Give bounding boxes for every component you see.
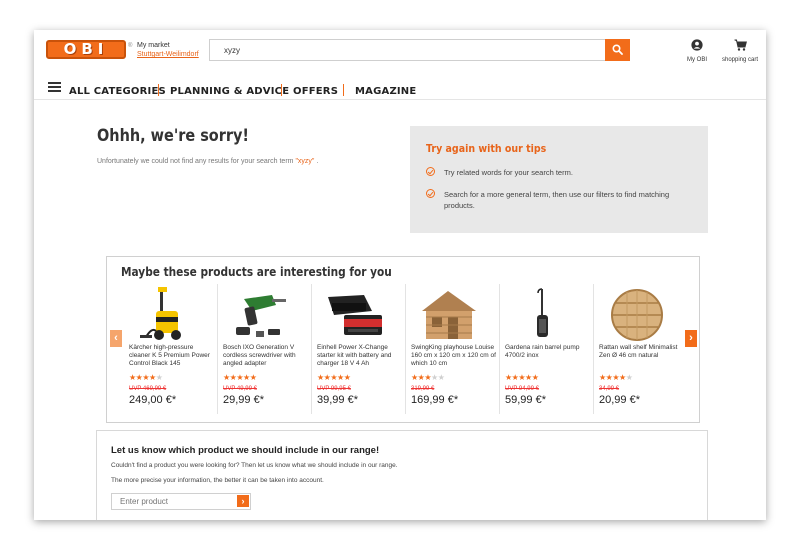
old-price: 34,99 €	[599, 386, 620, 392]
tips-panel: Try again with our tips Try related word…	[410, 126, 708, 233]
product-name: Kärcher high-pressure cleaner K 5 Premiu…	[129, 344, 210, 367]
rating-stars: ★★★★★	[411, 373, 445, 382]
product-card[interactable]: Einhell Power X-Change starter kit with …	[312, 284, 406, 414]
registered-mark: ®	[128, 43, 133, 49]
nav-item-all-categories[interactable]: ALL CATEGORIES	[69, 81, 166, 99]
product-card[interactable]: Bosch IXO Generation V cordless screwdri…	[218, 284, 312, 414]
site-header: OBI ® My market Stuttgart-Weilimdorf xyz…	[34, 30, 766, 70]
search-icon	[612, 44, 623, 55]
suggestion-description: Couldn't find a product you were looking…	[111, 462, 398, 469]
my-obi-button[interactable]: My OBI	[682, 38, 712, 63]
tip-text: Search for a more general term, then use…	[444, 190, 670, 210]
old-price: UVP 49,99 €	[223, 386, 257, 392]
suggestion-title: Let us know which product we should incl…	[111, 445, 380, 456]
product-image-battery-charger	[328, 295, 382, 335]
product-name: Einhell Power X-Change starter kit with …	[317, 344, 392, 367]
old-price: UVP 469,99 €	[129, 386, 167, 392]
page-title: Ohhh, we're sorry!	[97, 126, 249, 146]
suggestion-submit-button[interactable]: ›	[237, 495, 249, 507]
old-price: UVP 99,95 €	[317, 386, 351, 392]
product-name: Rattan wall shelf Minimalist Zen Ø 46 cm…	[599, 344, 678, 359]
product-name: Gardena rain barrel pump 4700/2 inox	[505, 344, 580, 359]
nav-label: OFFERS	[293, 86, 339, 97]
nav-item-offers[interactable]: OFFERS	[293, 81, 343, 99]
product-card[interactable]: Gardena rain barrel pump 4700/2 inox ★★★…	[500, 284, 594, 414]
shopping-cart-button[interactable]: shopping cart	[718, 38, 762, 63]
rating-stars: ★★★★★	[129, 373, 163, 382]
product-name: Bosch IXO Generation V cordless screwdri…	[223, 344, 296, 367]
product-image-rattan-shelf	[611, 289, 663, 341]
tips-title: Try again with our tips	[426, 142, 547, 155]
tip-text: Try related words for your search term.	[444, 168, 573, 177]
rating-stars: ★★★★★	[599, 373, 633, 382]
product-price: 59,99 €*	[505, 394, 546, 406]
my-obi-label: My OBI	[686, 57, 707, 63]
product-price: 29,99 €*	[223, 394, 264, 406]
nav-separator	[343, 84, 344, 96]
suggestion-hint: The more precise your information, the b…	[111, 477, 324, 484]
old-price: UVP 94,99 €	[505, 386, 539, 392]
obi-logo[interactable]: OBI	[46, 40, 126, 59]
product-card[interactable]: Rattan wall shelf Minimalist Zen Ø 46 cm…	[594, 284, 688, 414]
product-image-pressure-washer	[140, 287, 181, 340]
nav-item-magazine[interactable]: MAGAZINE	[355, 81, 425, 99]
recommendations-title: Maybe these products are interesting for…	[121, 265, 392, 279]
nav-label: PLANNING & ADVICE	[170, 86, 290, 97]
product-image-screwdriver	[236, 295, 286, 337]
check-circle-icon	[426, 167, 435, 176]
search-button[interactable]	[605, 39, 630, 61]
market-selector[interactable]: My market Stuttgart-Weilimdorf	[137, 41, 199, 59]
product-image-barrel-pump	[537, 288, 548, 337]
product-price: 39,99 €*	[317, 394, 358, 406]
search-input[interactable]: xyzy	[209, 39, 628, 61]
product-suggestion-form: Let us know which product we should incl…	[96, 430, 708, 520]
shopping-cart-label: shopping cart	[721, 57, 759, 63]
product-image-playhouse	[422, 291, 476, 339]
product-price: 20,99 €*	[599, 394, 640, 406]
hamburger-icon[interactable]	[48, 82, 61, 92]
user-icon	[691, 39, 703, 51]
no-results-text: Unfortunately we could not find any resu…	[97, 158, 296, 165]
search-input-value: xyzy	[224, 46, 240, 55]
market-label: My market	[137, 42, 170, 49]
nav-label: ALL CATEGORIES	[69, 86, 166, 97]
product-price: 249,00 €*	[129, 394, 177, 406]
tip-item: Search for a more general term, then use…	[426, 189, 674, 211]
nav-item-planning-advice[interactable]: PLANNING & ADVICE	[170, 81, 289, 99]
rating-stars: ★★★★★	[223, 373, 257, 382]
product-price: 169,99 €*	[411, 394, 459, 406]
market-name-link[interactable]: Stuttgart-Weilimdorf	[137, 50, 199, 59]
check-circle-icon	[426, 189, 435, 198]
product-card[interactable]: SwingKing playhouse Louise 160 cm x 120 …	[406, 284, 500, 414]
cart-icon	[734, 39, 747, 51]
carousel-prev-button[interactable]: ‹	[110, 330, 122, 347]
nav-label: MAGAZINE	[355, 86, 417, 97]
no-results-text-end: .	[314, 158, 319, 165]
tip-item: Try related words for your search term.	[426, 167, 674, 178]
main-navigation: ALL CATEGORIES PLANNING & ADVICE OFFERS …	[34, 70, 766, 100]
nav-items: ALL CATEGORIES PLANNING & ADVICE OFFERS …	[69, 81, 425, 99]
product-card[interactable]: Kärcher high-pressure cleaner K 5 Premiu…	[124, 284, 218, 414]
product-suggestion-input[interactable]	[111, 493, 251, 510]
browser-page: OBI ® My market Stuttgart-Weilimdorf xyz…	[34, 30, 766, 520]
rating-stars: ★★★★★	[505, 373, 539, 382]
product-name: SwingKing playhouse Louise 160 cm x 120 …	[411, 344, 496, 367]
search-term: "xyzy"	[295, 158, 315, 165]
no-results-message: Unfortunately we could not find any resu…	[97, 158, 318, 165]
old-price: 319,99 €	[411, 386, 435, 392]
nav-separator	[281, 84, 282, 96]
rating-stars: ★★★★★	[317, 373, 351, 382]
product-recommendations: Maybe these products are interesting for…	[106, 256, 700, 423]
nav-separator	[158, 84, 159, 96]
